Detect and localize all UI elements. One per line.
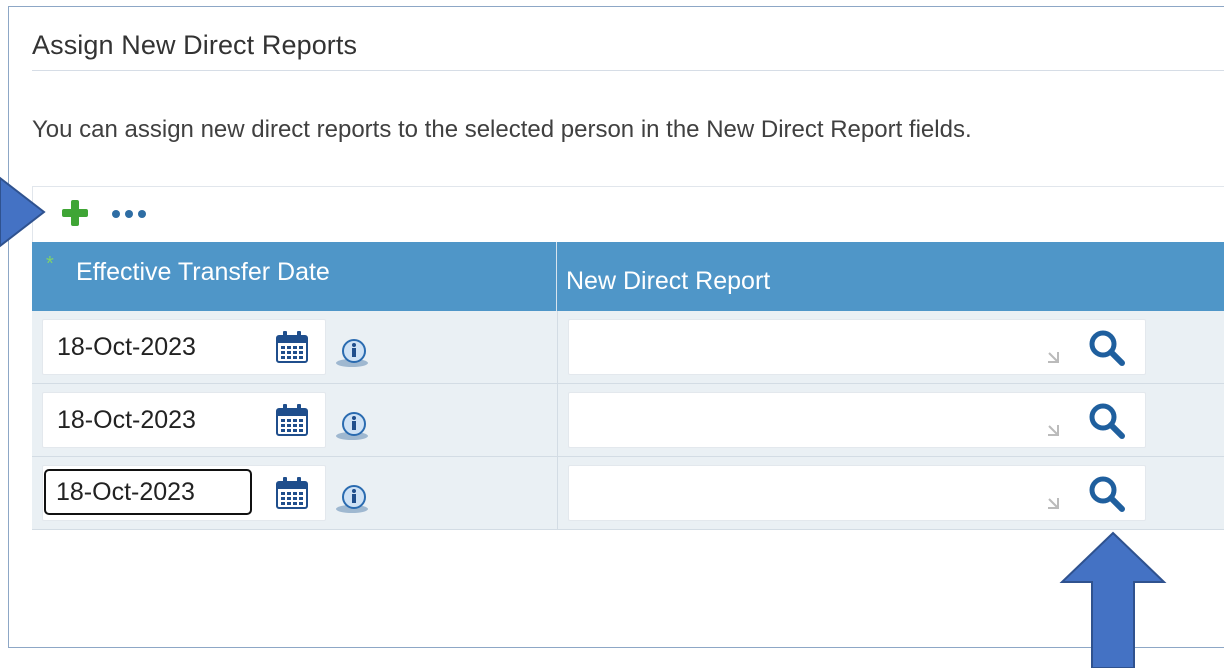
title-divider — [32, 70, 1224, 71]
table-row — [32, 384, 1224, 457]
date-field — [42, 392, 326, 448]
new-direct-report-field — [568, 465, 1146, 521]
calendar-icon[interactable] — [275, 330, 309, 364]
resize-handle-icon — [1048, 425, 1059, 436]
new-direct-report-input[interactable] — [571, 322, 1035, 374]
column-header-effective-transfer-date[interactable]: * Effective Transfer Date — [32, 242, 557, 311]
resize-handle-icon — [1048, 498, 1059, 509]
new-direct-report-input[interactable] — [571, 468, 1035, 520]
new-direct-report-field — [568, 319, 1146, 375]
plus-icon[interactable] — [61, 199, 89, 227]
column-label: Effective Transfer Date — [76, 258, 330, 286]
info-icon[interactable] — [332, 408, 372, 442]
table-header: * Effective Transfer Date New Direct Rep… — [32, 242, 1224, 311]
column-label: New Direct Report — [566, 267, 771, 295]
search-icon[interactable] — [1087, 401, 1127, 441]
column-header-new-direct-report[interactable]: New Direct Report — [558, 242, 1224, 311]
new-direct-report-input[interactable] — [571, 395, 1035, 447]
annotation-arrow-right-icon — [0, 176, 46, 248]
search-icon[interactable] — [1087, 474, 1127, 514]
new-direct-report-field — [568, 392, 1146, 448]
search-icon[interactable] — [1087, 328, 1127, 368]
column-divider — [557, 457, 558, 529]
column-divider — [557, 384, 558, 456]
table-row — [32, 457, 1224, 530]
calendar-icon[interactable] — [275, 476, 309, 510]
effective-date-input[interactable] — [45, 322, 259, 372]
annotation-arrow-up-icon — [1059, 531, 1167, 668]
resize-handle-icon — [1048, 352, 1059, 363]
info-icon[interactable] — [332, 481, 372, 515]
table-row — [32, 311, 1224, 384]
table-toolbar — [32, 186, 1224, 242]
calendar-icon[interactable] — [275, 403, 309, 437]
date-field — [42, 465, 326, 521]
effective-date-input[interactable] — [44, 469, 252, 515]
required-marker: * — [46, 253, 54, 275]
section-title: Assign New Direct Reports — [32, 30, 358, 60]
column-divider — [557, 311, 558, 383]
instruction-text: You can assign new direct reports to the… — [32, 116, 972, 143]
more-options-icon[interactable] — [111, 207, 151, 221]
date-field — [42, 319, 326, 375]
effective-date-input[interactable] — [45, 395, 259, 445]
info-icon[interactable] — [332, 335, 372, 369]
direct-reports-table: * Effective Transfer Date New Direct Rep… — [32, 242, 1224, 530]
